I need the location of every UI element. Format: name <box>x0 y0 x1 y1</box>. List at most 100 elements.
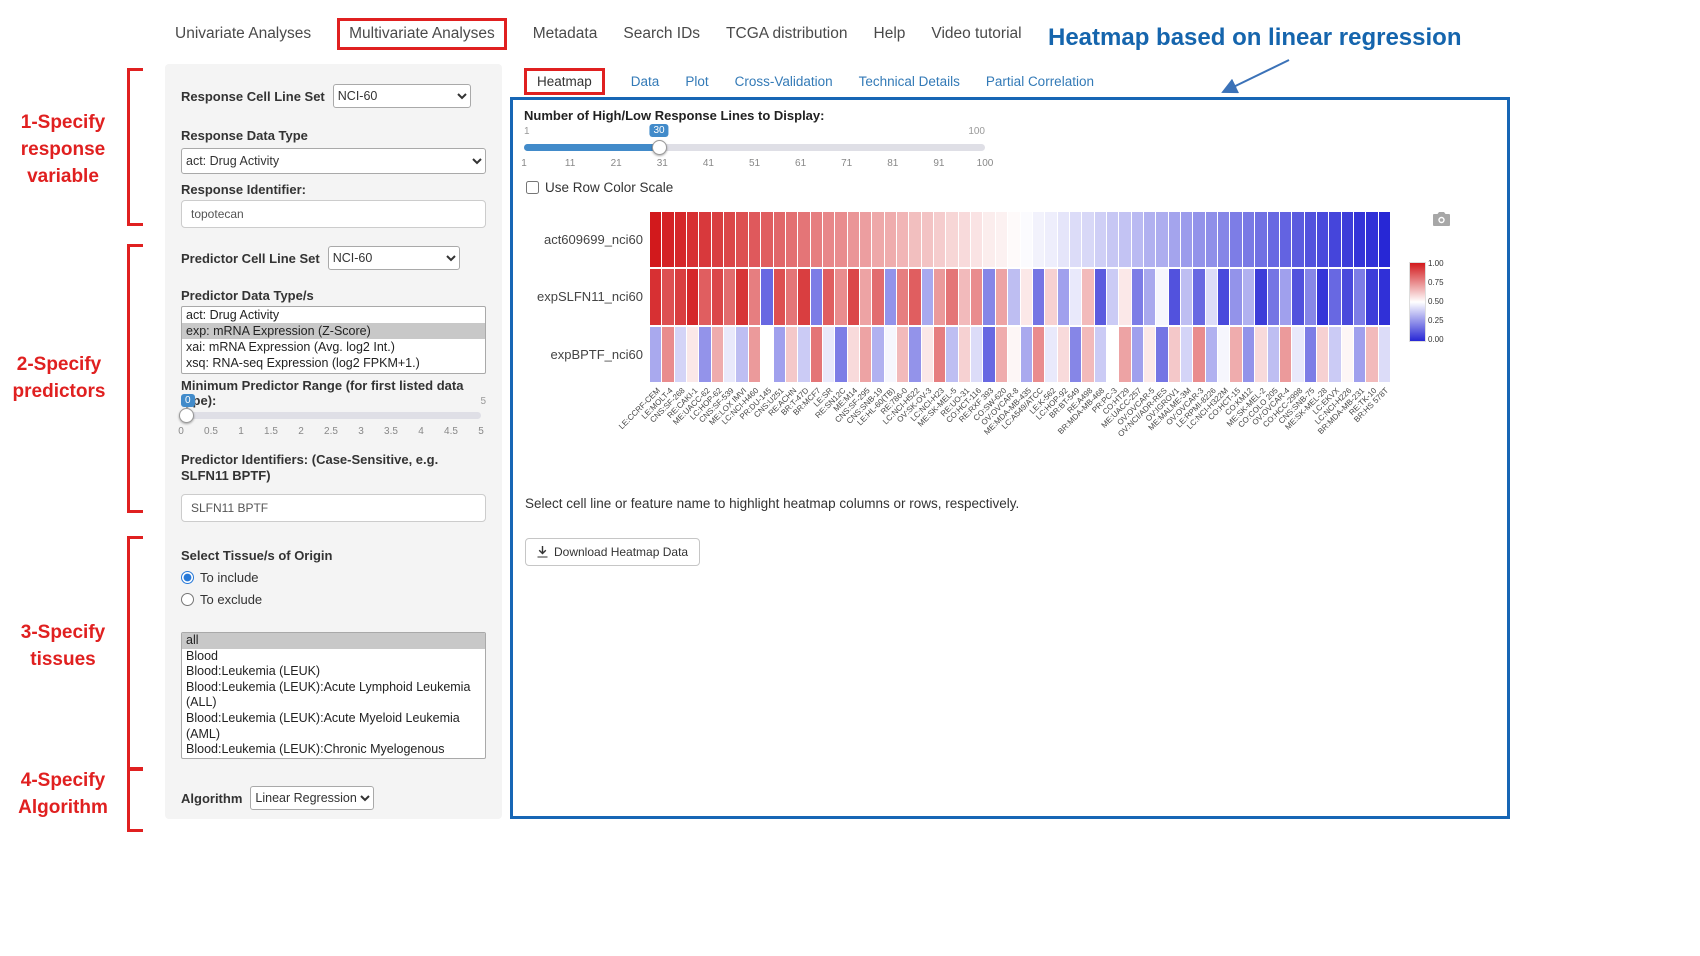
heatmap-cell[interactable] <box>823 269 834 324</box>
heatmap-cell[interactable] <box>662 327 673 382</box>
heatmap-cell[interactable] <box>1107 269 1118 324</box>
heatmap-cell[interactable] <box>798 269 809 324</box>
heatmap-cell[interactable] <box>1379 327 1390 382</box>
heatmap-cell[interactable] <box>798 327 809 382</box>
heatmap-cell[interactable] <box>897 269 908 324</box>
heatmap-cell[interactable] <box>983 212 994 267</box>
heatmap-cell[interactable] <box>1280 212 1291 267</box>
heatmap-cell[interactable] <box>1119 269 1130 324</box>
nav-item-0[interactable]: Univariate Analyses <box>175 25 311 43</box>
heatmap-cell[interactable] <box>1058 269 1069 324</box>
heatmap-cell[interactable] <box>749 327 760 382</box>
heatmap-cell[interactable] <box>959 212 970 267</box>
heatmap-cell[interactable] <box>1070 327 1081 382</box>
predictor-cell-line-set-select[interactable]: NCI-60 <box>328 246 460 270</box>
heatmap-cell[interactable] <box>1070 212 1081 267</box>
tab-partial-correlation[interactable]: Partial Correlation <box>986 74 1094 89</box>
list-option[interactable]: Blood:Leukemia (LEUK):Chronic Myelogenou… <box>182 742 485 759</box>
heatmap-cell[interactable] <box>835 327 846 382</box>
heatmap-cell[interactable] <box>1218 327 1229 382</box>
heatmap-cell[interactable] <box>897 327 908 382</box>
heatmap-cell[interactable] <box>1021 269 1032 324</box>
list-option[interactable]: Blood:Leukemia (LEUK) <box>182 664 485 680</box>
heatmap-row-label[interactable]: act609699_nci60 <box>513 232 643 247</box>
heatmap-cell[interactable] <box>922 269 933 324</box>
heatmap-cell[interactable] <box>1156 212 1167 267</box>
list-option[interactable]: xsq: RNA-seq Expression (log2 FPKM+1.) <box>182 355 485 371</box>
heatmap-cell[interactable] <box>786 212 797 267</box>
heatmap-cell[interactable] <box>909 269 920 324</box>
heatmap-cell[interactable] <box>885 327 896 382</box>
heatmap-cell[interactable] <box>1255 212 1266 267</box>
heatmap-cell[interactable] <box>699 212 710 267</box>
heatmap-cell[interactable] <box>1181 212 1192 267</box>
heatmap-cell[interactable] <box>1366 212 1377 267</box>
heatmap-cell[interactable] <box>1255 269 1266 324</box>
heatmap-cell[interactable] <box>1305 269 1316 324</box>
heatmap-cell[interactable] <box>983 269 994 324</box>
heatmap-cell[interactable] <box>1132 212 1143 267</box>
list-option[interactable]: Blood <box>182 649 485 665</box>
heatmap-cell[interactable] <box>983 327 994 382</box>
heatmap-cell[interactable] <box>996 212 1007 267</box>
heatmap-cell[interactable] <box>1243 269 1254 324</box>
predictor-identifiers-input[interactable] <box>181 494 486 522</box>
heatmap-cell[interactable] <box>872 212 883 267</box>
heatmap-cell[interactable] <box>934 269 945 324</box>
lines-slider-handle[interactable] <box>652 140 667 155</box>
heatmap-cell[interactable] <box>1045 212 1056 267</box>
heatmap-cell[interactable] <box>662 212 673 267</box>
heatmap-cell[interactable] <box>1095 269 1106 324</box>
heatmap-cell[interactable] <box>934 212 945 267</box>
heatmap-cell[interactable] <box>885 212 896 267</box>
heatmap-cell[interactable] <box>1193 269 1204 324</box>
heatmap-cell[interactable] <box>1305 212 1316 267</box>
heatmap-cell[interactable] <box>675 269 686 324</box>
heatmap-cell[interactable] <box>1342 269 1353 324</box>
heatmap-cell[interactable] <box>1379 212 1390 267</box>
heatmap-cell[interactable] <box>909 327 920 382</box>
heatmap-cell[interactable] <box>1156 327 1167 382</box>
nav-item-1[interactable]: Multivariate Analyses <box>337 18 507 50</box>
heatmap-cell[interactable] <box>1169 269 1180 324</box>
heatmap-cell[interactable] <box>761 212 772 267</box>
heatmap-cell[interactable] <box>860 212 871 267</box>
heatmap-cell[interactable] <box>662 269 673 324</box>
heatmap-cell[interactable] <box>1193 327 1204 382</box>
heatmap-cell[interactable] <box>872 327 883 382</box>
heatmap-cell[interactable] <box>909 212 920 267</box>
heatmap-cell[interactable] <box>1218 212 1229 267</box>
heatmap-cell[interactable] <box>724 269 735 324</box>
lines-slider[interactable]: 1 100 30 <box>524 124 985 158</box>
heatmap-cell[interactable] <box>749 269 760 324</box>
heatmap-cell[interactable] <box>1082 269 1093 324</box>
heatmap-row-label[interactable]: expBPTF_nci60 <box>513 347 643 362</box>
heatmap-cell[interactable] <box>1292 212 1303 267</box>
list-option[interactable]: Blood:Leukemia (LEUK):Acute Myeloid Leuk… <box>182 711 485 742</box>
heatmap-cell[interactable] <box>959 269 970 324</box>
heatmap-cell[interactable] <box>1329 327 1340 382</box>
heatmap-cell[interactable] <box>1354 212 1365 267</box>
heatmap-cell[interactable] <box>1317 269 1328 324</box>
heatmap-cell[interactable] <box>786 327 797 382</box>
heatmap-cell[interactable] <box>848 212 859 267</box>
heatmap-cell[interactable] <box>1317 327 1328 382</box>
heatmap-cell[interactable] <box>650 212 661 267</box>
heatmap-cell[interactable] <box>1107 327 1118 382</box>
heatmap-cell[interactable] <box>1230 327 1241 382</box>
list-option[interactable]: xai: mRNA Expression (Avg. log2 Int.) <box>182 339 485 355</box>
heatmap-cell[interactable] <box>1230 269 1241 324</box>
heatmap-cell[interactable] <box>650 327 661 382</box>
heatmap-cell[interactable] <box>761 269 772 324</box>
heatmap-cell[interactable] <box>1107 212 1118 267</box>
heatmap-cell[interactable] <box>774 212 785 267</box>
heatmap-cell[interactable] <box>1206 327 1217 382</box>
heatmap-cell[interactable] <box>971 327 982 382</box>
heatmap-cell[interactable] <box>1206 212 1217 267</box>
nav-item-2[interactable]: Metadata <box>533 25 598 43</box>
nav-item-6[interactable]: Video tutorial <box>931 25 1021 43</box>
algorithm-select[interactable]: Linear Regression <box>250 786 374 810</box>
slider-handle[interactable] <box>179 408 194 423</box>
heatmap-cell[interactable] <box>1268 269 1279 324</box>
heatmap-cell[interactable] <box>1280 269 1291 324</box>
